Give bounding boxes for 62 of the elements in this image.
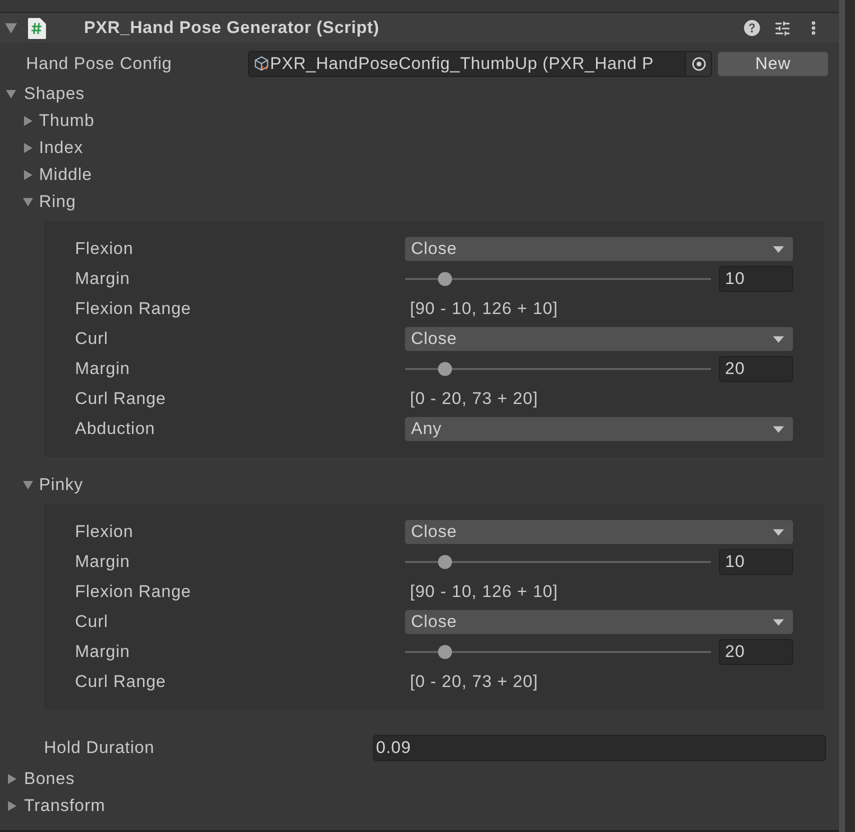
number-field[interactable]: 0.09 — [373, 735, 826, 761]
field-label: Flexion Range — [75, 298, 192, 320]
object-field[interactable]: PXR_HandPoseConfig_ThumbUp (PXR_Hand P — [248, 51, 712, 77]
foldout-toggle[interactable]: Transform — [7, 792, 106, 818]
help-icon[interactable] — [744, 20, 760, 36]
cube-icon — [254, 56, 269, 72]
caret-down-icon — [773, 426, 784, 432]
field-label: Margin — [75, 358, 131, 380]
field-label: Margin — [75, 551, 131, 574]
slider-thumb[interactable] — [438, 555, 452, 569]
field-label: Curl Range — [75, 671, 167, 694]
field-label: Curl — [75, 611, 110, 634]
slider-track[interactable] — [405, 272, 711, 286]
foldout-toggle[interactable]: Shapes — [6, 80, 85, 106]
dropdown[interactable]: Close — [405, 237, 793, 261]
script-file-icon — [28, 18, 46, 38]
scrollbar[interactable] — [839, 0, 855, 832]
field-label: Flexion — [75, 521, 134, 544]
sliders-icon[interactable] — [774, 20, 791, 36]
number-field[interactable]: 20 — [719, 639, 793, 665]
range-value: [90 - 10, 126 + 10] — [409, 298, 559, 320]
number-field[interactable]: 20 — [719, 356, 793, 382]
dropdown[interactable]: Close — [405, 610, 793, 634]
range-value: [0 - 20, 73 + 20] — [409, 671, 540, 694]
slider-thumb[interactable] — [438, 272, 452, 286]
dropdown[interactable]: Close — [405, 520, 793, 544]
component-title: PXR_Hand Pose Generator (Script) — [84, 17, 380, 40]
range-value: [90 - 10, 126 + 10] — [409, 581, 559, 604]
caret-down-icon — [773, 336, 784, 342]
caret-down-icon — [773, 246, 784, 252]
field-label: Abduction — [75, 418, 156, 440]
slider-thumb[interactable] — [438, 645, 452, 659]
field-label: Flexion Range — [75, 581, 192, 604]
foldout-toggle[interactable]: Middle — [23, 162, 92, 188]
field-label: Hand Pose Config — [26, 53, 173, 76]
foldout-toggle[interactable]: Ring — [23, 188, 76, 214]
field-label: Hold Duration — [44, 737, 156, 760]
slider-track[interactable] — [405, 555, 711, 569]
foldout-toggle[interactable]: Bones — [7, 766, 75, 792]
field-label: Margin — [75, 268, 131, 290]
field-label: Curl Range — [75, 388, 167, 410]
dropdown[interactable]: Any — [405, 417, 793, 441]
field-label: Flexion — [75, 238, 134, 260]
slider-track[interactable] — [405, 362, 711, 376]
slider-thumb[interactable] — [438, 362, 452, 376]
field-label: Curl — [75, 328, 110, 350]
foldout-toggle[interactable]: Pinky — [23, 472, 84, 498]
number-field[interactable]: 10 — [719, 266, 793, 292]
slider-track[interactable] — [405, 645, 711, 659]
range-value: [0 - 20, 73 + 20] — [409, 388, 540, 410]
field-label: Margin — [75, 641, 131, 664]
new-button[interactable]: New — [718, 52, 828, 76]
caret-down-icon — [773, 528, 784, 536]
foldout-toggle[interactable]: Index — [23, 134, 84, 160]
foldout-toggle[interactable]: Thumb — [23, 108, 94, 134]
caret-down-icon — [773, 618, 784, 626]
object-picker-button[interactable] — [685, 52, 711, 76]
dropdown[interactable]: Close — [405, 327, 793, 351]
number-field[interactable]: 10 — [719, 549, 793, 575]
target-icon — [692, 57, 706, 71]
object-field-value: PXR_HandPoseConfig_ThumbUp (PXR_Hand P — [270, 53, 655, 76]
caret-down-icon[interactable] — [5, 22, 17, 34]
